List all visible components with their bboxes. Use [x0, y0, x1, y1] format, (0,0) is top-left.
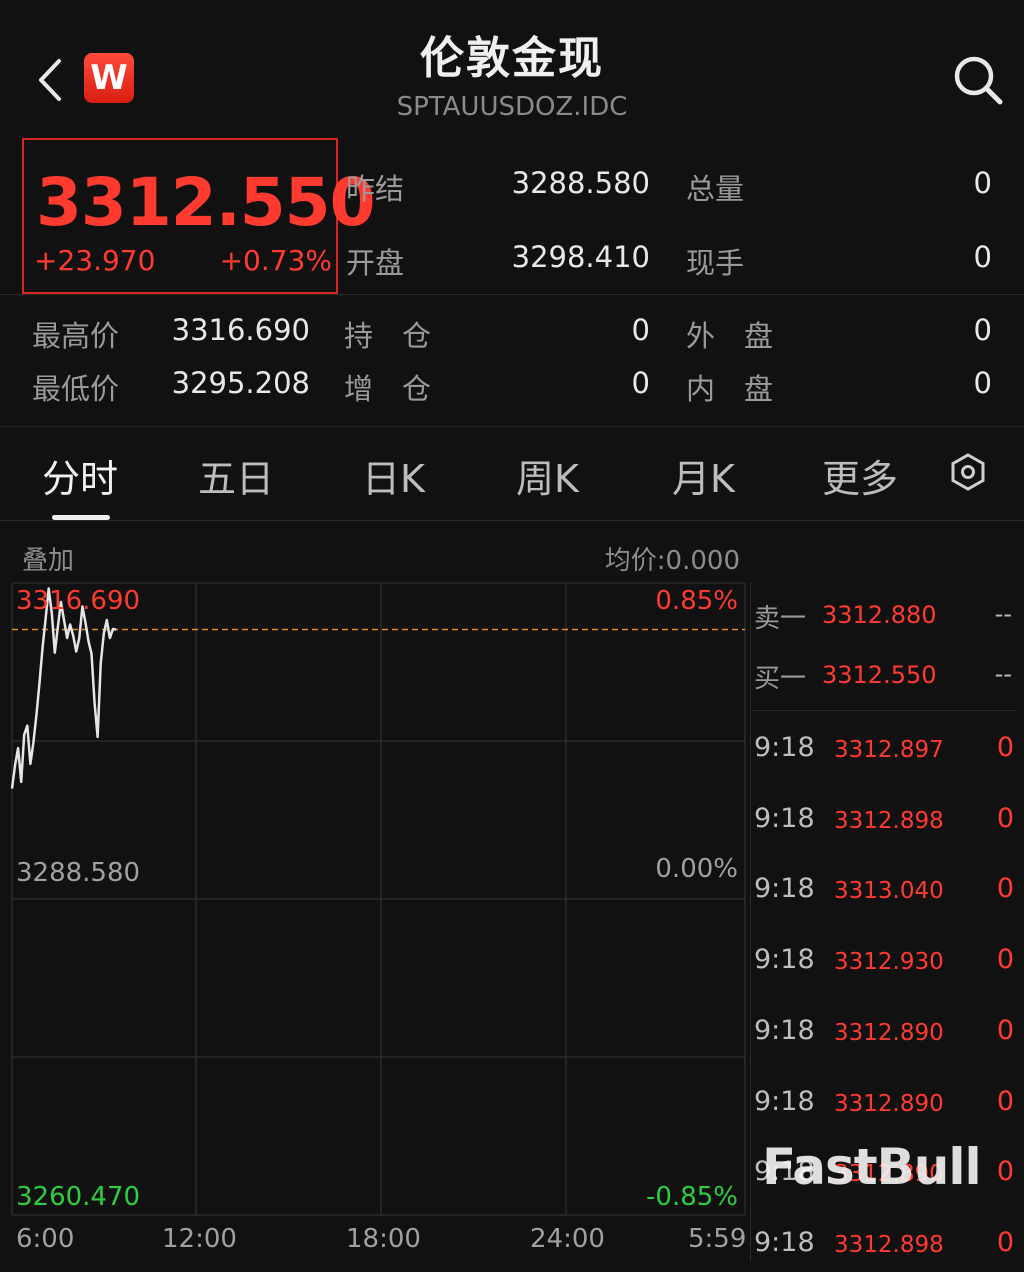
- x-tick: 5:59: [688, 1224, 747, 1254]
- ask-label: 卖一: [754, 604, 807, 634]
- chart-settings-button[interactable]: [948, 452, 988, 492]
- increase-interest-value: 0: [631, 366, 650, 400]
- tab-monthly-k[interactable]: 月K: [672, 448, 735, 503]
- average-price: 均价:0.000: [604, 546, 740, 576]
- pct-tick-high: 0.85%: [655, 586, 738, 616]
- panel-divider: [750, 582, 751, 1262]
- divider: [0, 520, 1024, 521]
- overlay-button[interactable]: 叠加: [22, 540, 74, 577]
- total-volume-value: 0: [973, 166, 992, 200]
- top-bar: W 伦敦金现 SPTAUUSDOZ.IDC: [0, 0, 1024, 136]
- search-icon: [954, 56, 1003, 105]
- tick-time: 9:18: [754, 1085, 815, 1117]
- tick-time: 9:18: [754, 1014, 815, 1046]
- divider: [0, 426, 1024, 427]
- open-label: 开盘: [346, 246, 405, 280]
- open-value: 3298.410: [511, 240, 650, 274]
- tick-time: 9:18: [754, 873, 815, 905]
- pct-tick-mid: 0.00%: [655, 854, 738, 884]
- divider: [0, 294, 1024, 295]
- outer-volume-label: 外 盘: [686, 319, 774, 353]
- bid-label: 买一: [754, 664, 807, 694]
- tick-price: 3312.930: [834, 949, 944, 976]
- total-volume-label: 总量: [686, 172, 745, 206]
- x-tick: 6:00: [16, 1224, 75, 1254]
- tick-volume: 0: [996, 1226, 1014, 1258]
- exchange-badge: W: [84, 53, 134, 103]
- price-change: +23.970: [34, 244, 156, 277]
- tick-price: 3312.897: [834, 737, 944, 763]
- low-value: 3295.208: [171, 366, 310, 400]
- tick-volume: 0: [996, 1085, 1014, 1117]
- x-tick: 12:00: [162, 1224, 237, 1254]
- price-box: 3312.550 +23.970 +0.73%: [22, 138, 376, 294]
- bid-volume: --: [994, 660, 1012, 688]
- tick-price: 3312.898: [834, 1231, 944, 1258]
- current-volume-value: 0: [973, 240, 992, 274]
- last-price: 3312.550: [36, 164, 376, 241]
- tick-time: 9:18: [754, 732, 815, 763]
- x-tick: 24:00: [530, 1224, 605, 1254]
- high-label: 最高价: [32, 319, 120, 353]
- price-series-line: [10, 587, 117, 789]
- y-tick-low: 3260.470: [16, 1182, 141, 1212]
- tick-price: 3312.890: [834, 1090, 944, 1117]
- tick-volume: 0: [996, 802, 1014, 834]
- tick-time: 9:18: [754, 1226, 815, 1258]
- tick-time: 9:18: [754, 802, 815, 834]
- watermark: FastBull: [762, 1138, 982, 1196]
- tab-intraday[interactable]: 分时: [42, 448, 118, 503]
- back-button[interactable]: [28, 50, 72, 110]
- y-tick-high: 3316.690: [16, 586, 141, 616]
- settings-hexagon-icon: [951, 453, 985, 491]
- tick-volume: 0: [996, 1014, 1014, 1046]
- high-value: 3316.690: [171, 313, 310, 347]
- pct-tick-low: -0.85%: [646, 1182, 738, 1212]
- tick-volume: 0: [996, 944, 1014, 976]
- symbol-code: SPTAUUSDOZ.IDC: [396, 92, 628, 122]
- search-button[interactable]: [950, 52, 1006, 108]
- tick-price: 3312.898: [834, 807, 944, 834]
- tick-price: 3312.890: [834, 1019, 944, 1046]
- tab-five-day[interactable]: 五日: [198, 448, 274, 503]
- page-title: 伦敦金现: [420, 33, 604, 84]
- prev-settle-value: 3288.580: [511, 166, 650, 200]
- bid-price: 3312.550: [822, 661, 937, 689]
- tick-price: 3313.040: [834, 878, 944, 905]
- ask-price: 3312.880: [822, 601, 937, 629]
- tick-volume: 0: [996, 732, 1014, 763]
- outer-volume-value: 0: [973, 313, 992, 347]
- tab-weekly-k[interactable]: 周K: [516, 448, 579, 503]
- x-tick: 18:00: [346, 1224, 421, 1254]
- y-tick-mid: 3288.580: [16, 858, 141, 888]
- open-interest-label: 持 仓: [344, 319, 432, 353]
- tab-more[interactable]: 更多: [822, 448, 898, 503]
- divider: [752, 710, 1016, 711]
- inner-volume-label: 内 盘: [686, 372, 774, 406]
- tick-time: 9:18: [754, 944, 815, 976]
- current-volume-label: 现手: [686, 246, 745, 280]
- low-label: 最低价: [32, 372, 120, 406]
- inner-volume-value: 0: [973, 366, 992, 400]
- increase-interest-label: 增 仓: [344, 372, 432, 406]
- intraday-chart[interactable]: [0, 575, 750, 1225]
- open-interest-value: 0: [631, 313, 650, 347]
- tick-volume: 0: [996, 873, 1014, 905]
- chevron-left-icon: [39, 59, 61, 101]
- prev-settle-label: 昨结: [346, 172, 405, 206]
- price-change-pct: +0.73%: [219, 244, 332, 277]
- ask-volume: --: [994, 600, 1012, 628]
- tab-daily-k[interactable]: 日K: [362, 448, 425, 503]
